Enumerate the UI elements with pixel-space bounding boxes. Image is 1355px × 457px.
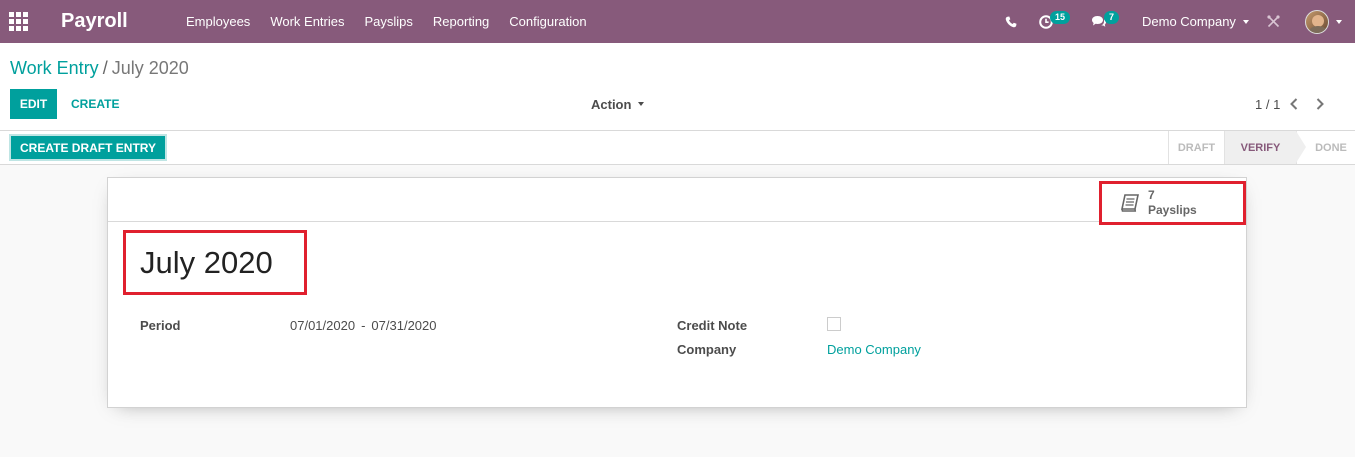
breadcrumb-current: July 2020 [111, 58, 189, 78]
action-label: Action [591, 96, 632, 112]
menu-item-configuration[interactable]: Configuration [499, 0, 596, 43]
credit-note-label: Credit Note [677, 318, 748, 333]
period-end[interactable]: 07/31/2020 [371, 318, 436, 333]
apps-menu-icon[interactable] [9, 0, 29, 43]
next-record-button[interactable] [1308, 89, 1332, 119]
chevron-right-icon [1317, 98, 1325, 110]
pager-value[interactable]: 1 / 1 [1255, 97, 1280, 112]
phone-icon[interactable] [1003, 0, 1019, 43]
smart-button-box: 7 Payslips [108, 178, 1246, 225]
control-panel: Work Entry / July 2020 EDIT CREATE Action … [0, 43, 1355, 131]
menu-item-payslips[interactable]: Payslips [354, 0, 422, 43]
status-stages: DRAFT VERIFY DONE [1168, 131, 1355, 164]
book-icon [1121, 194, 1139, 212]
messaging-button[interactable]: 7 [1091, 0, 1120, 43]
payslips-count: 7 [1148, 188, 1155, 202]
create-draft-entry-button[interactable]: CREATE DRAFT ENTRY [9, 134, 167, 161]
chevron-down-icon [1242, 19, 1249, 24]
debug-tools-icon[interactable] [1266, 0, 1280, 43]
period-start[interactable]: 07/01/2020 [290, 318, 355, 333]
company-switcher[interactable]: Demo Company [1142, 0, 1249, 43]
message-count-badge: 7 [1104, 11, 1120, 24]
app-name[interactable]: Payroll [61, 0, 128, 43]
company-name: Demo Company [1142, 14, 1236, 29]
payslips-stat: 7 Payslips [1148, 188, 1197, 218]
form-statusbar: CREATE DRAFT ENTRY DRAFT VERIFY DONE [0, 131, 1355, 165]
credit-note-checkbox[interactable] [827, 317, 841, 331]
period-label: Period [140, 318, 181, 333]
company-link[interactable]: Demo Company [827, 342, 921, 357]
chevron-left-icon [1290, 98, 1298, 110]
stage-verify[interactable]: VERIFY [1224, 131, 1306, 164]
payslips-smart-button[interactable]: 7 Payslips [1099, 181, 1246, 225]
payslips-label: Payslips [1148, 203, 1197, 217]
breadcrumb: Work Entry / July 2020 [10, 58, 189, 79]
stage-draft[interactable]: DRAFT [1168, 131, 1224, 164]
activity-count-badge: 15 [1050, 11, 1071, 24]
action-dropdown[interactable]: Action [591, 89, 645, 119]
period-field[interactable]: 07/01/2020-07/31/2020 [290, 318, 437, 333]
previous-record-button[interactable] [1282, 89, 1306, 119]
menu-item-employees[interactable]: Employees [176, 0, 260, 43]
menu-item-reporting[interactable]: Reporting [423, 0, 499, 43]
period-separator: - [361, 318, 366, 333]
activity-button[interactable]: 15 [1039, 0, 1071, 43]
form-sheet: 7 Payslips July 2020 Period 07/01/2020-0… [107, 177, 1247, 408]
create-button[interactable]: CREATE [62, 89, 128, 119]
chevron-down-icon [1336, 19, 1342, 24]
menu-item-work-entries[interactable]: Work Entries [260, 0, 354, 43]
record-title: July 2020 [140, 244, 273, 280]
pager: 1 / 1 [1255, 89, 1332, 119]
title-highlight: July 2020 [123, 230, 307, 295]
edit-button[interactable]: EDIT [10, 89, 57, 119]
main-menu: Employees Work Entries Payslips Reportin… [176, 0, 597, 43]
top-navbar: Payroll Employees Work Entries Payslips … [0, 0, 1355, 43]
company-label: Company [677, 342, 737, 357]
breadcrumb-work-entry[interactable]: Work Entry [10, 58, 99, 78]
user-menu[interactable] [1305, 0, 1342, 43]
avatar [1305, 9, 1329, 34]
breadcrumb-separator: / [102, 58, 108, 78]
chevron-down-icon [638, 102, 645, 106]
